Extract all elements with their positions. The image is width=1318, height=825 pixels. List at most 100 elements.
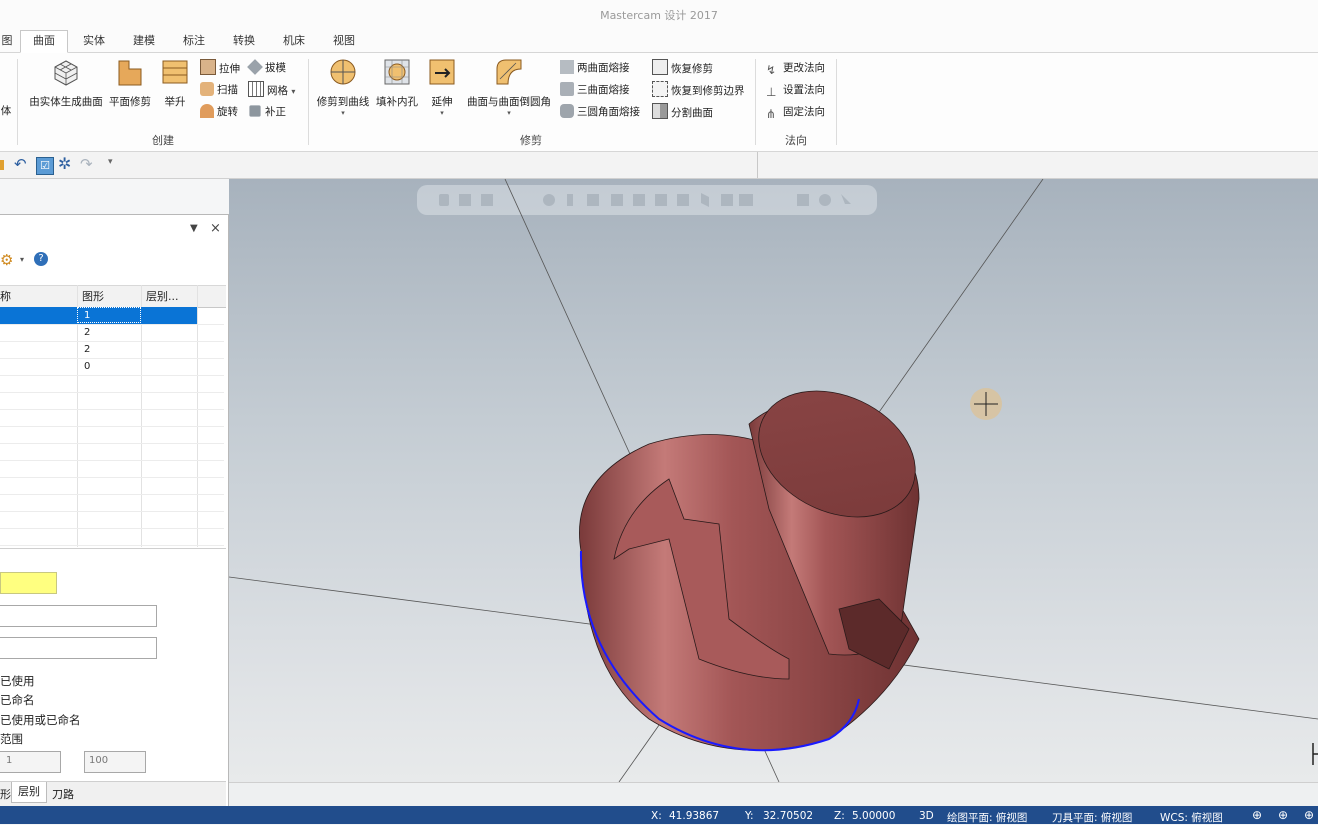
x-label: X: bbox=[651, 810, 662, 822]
level-name-field[interactable] bbox=[0, 637, 157, 659]
table-row[interactable]: 2 bbox=[0, 324, 224, 342]
wcs[interactable]: WCS: 俯视图 bbox=[1160, 810, 1223, 825]
col-count[interactable]: 图形 bbox=[82, 288, 104, 305]
z-coordinate[interactable]: 5.00000 bbox=[852, 810, 895, 822]
gear-icon[interactable]: ⚙ bbox=[0, 251, 13, 269]
globe-alt-icon[interactable]: ⊕ bbox=[1278, 808, 1288, 822]
window-title: Mastercam 设计 2017 bbox=[600, 9, 718, 22]
table-row[interactable] bbox=[0, 494, 224, 512]
table-row[interactable]: 2 bbox=[0, 341, 224, 359]
untrim-to-boundary-button[interactable]: 恢复到修剪边界 bbox=[652, 81, 745, 99]
fillet-to-surfaces-button[interactable]: 曲面与曲面倒圆角 ▾ bbox=[464, 57, 554, 117]
draft-button[interactable]: 拔模 bbox=[247, 59, 286, 77]
flat-trim-icon bbox=[118, 60, 142, 86]
fill-holes-button[interactable]: 填补内孔 bbox=[374, 57, 420, 109]
three-surface-blend-button[interactable]: 三曲面熔接 bbox=[560, 81, 630, 99]
table-row[interactable] bbox=[0, 511, 224, 529]
level-number-field[interactable] bbox=[0, 605, 157, 627]
table-row[interactable] bbox=[0, 375, 224, 393]
tab-solids[interactable]: 实体 bbox=[72, 31, 116, 51]
option-used[interactable]: 已使用 bbox=[0, 673, 35, 689]
net-button[interactable]: 网格 ▾ bbox=[248, 81, 295, 99]
tab-solids-manager[interactable]: 形 bbox=[0, 786, 11, 802]
tool-plane[interactable]: 刀具平面: 俯视图 bbox=[1052, 810, 1132, 825]
net-icon bbox=[248, 81, 264, 97]
revolve-button[interactable]: 旋转 bbox=[200, 103, 238, 121]
x-coordinate: 41.93867 bbox=[669, 810, 720, 822]
table-row[interactable] bbox=[0, 426, 224, 444]
two-surface-blend-button[interactable]: 两曲面熔接 bbox=[560, 59, 630, 77]
trim-to-curves-button[interactable]: 修剪到曲线 ▾ bbox=[314, 57, 372, 117]
col-level-set[interactable]: 层别... bbox=[146, 288, 179, 305]
option-range[interactable]: 范围 bbox=[0, 731, 23, 747]
partial-button[interactable]: 体 bbox=[0, 103, 14, 118]
flat-boundary-button[interactable]: 平面修剪 bbox=[106, 57, 154, 109]
help-icon[interactable]: ? bbox=[34, 252, 48, 266]
trim-dropdown-icon[interactable]: ▾ bbox=[314, 109, 372, 117]
tab-levels[interactable]: 层别 bbox=[11, 782, 47, 803]
table-row[interactable] bbox=[0, 528, 224, 546]
view-mode[interactable]: 3D bbox=[919, 810, 934, 822]
tab-toolpaths[interactable]: 刀路 bbox=[52, 786, 74, 802]
partial-button-label: 体 bbox=[0, 105, 12, 117]
customize-dropdown-icon[interactable]: ▾ bbox=[108, 157, 113, 167]
offset-button[interactable]: 补正 bbox=[248, 103, 286, 121]
col-name[interactable]: 称 bbox=[0, 288, 11, 305]
settings-icon[interactable]: ✲ bbox=[58, 154, 71, 173]
globe-icon[interactable]: ⊕ bbox=[1252, 808, 1262, 822]
sweep-button[interactable]: 扫描 bbox=[200, 81, 238, 99]
loft-button[interactable]: 举升 bbox=[158, 57, 192, 109]
extrude-icon bbox=[200, 59, 216, 75]
save-icon[interactable] bbox=[0, 160, 4, 170]
table-row[interactable] bbox=[0, 477, 224, 495]
option-used-or-named[interactable]: 已使用或已命名 bbox=[0, 712, 81, 728]
range-to-field[interactable]: 100 bbox=[84, 751, 146, 773]
undo-icon[interactable]: ↶ bbox=[14, 155, 27, 173]
tab-drafting[interactable]: 标注 bbox=[172, 31, 216, 51]
tab-view[interactable]: 视图 bbox=[322, 31, 366, 51]
fillet-dropdown-icon[interactable]: ▾ bbox=[464, 109, 554, 117]
extrude-button[interactable]: 拉伸 bbox=[200, 59, 240, 77]
sweep-icon bbox=[200, 82, 214, 96]
redo-icon[interactable]: ↷ bbox=[80, 155, 93, 173]
table-row[interactable] bbox=[0, 443, 224, 461]
extend-dropdown-icon[interactable]: ▾ bbox=[424, 109, 460, 117]
tab-machine[interactable]: 机床 bbox=[272, 31, 316, 51]
net-label: 网格 bbox=[267, 85, 288, 97]
construction-plane[interactable]: 绘图平面: 俯视图 bbox=[947, 810, 1027, 825]
table-row[interactable] bbox=[0, 409, 224, 427]
range-from-field[interactable]: 1 bbox=[0, 751, 61, 773]
table-row[interactable] bbox=[0, 460, 224, 478]
y-label: Y: bbox=[745, 810, 754, 822]
sweep-label: 扫描 bbox=[217, 84, 238, 96]
trim-to-curve-icon bbox=[330, 59, 356, 85]
option-named[interactable]: 已命名 bbox=[0, 692, 35, 708]
surface-from-solid-button[interactable]: 由实体生成曲面 bbox=[26, 57, 106, 109]
table-row[interactable]: 1 bbox=[0, 307, 224, 325]
split-surface-button[interactable]: 分割曲面 bbox=[652, 103, 713, 121]
panel-menu-icon[interactable]: ▼ bbox=[190, 223, 198, 234]
ribbon-tabs: 图 曲面 实体 建模 标注 转换 机床 视图 bbox=[0, 28, 1318, 53]
three-fillet-blend-button[interactable]: 三圆角面熔接 bbox=[560, 103, 640, 121]
draft-icon bbox=[247, 59, 263, 75]
level-color-field[interactable] bbox=[0, 572, 57, 594]
table-row[interactable]: 0 bbox=[0, 358, 224, 376]
untrim-label: 恢复修剪 bbox=[671, 63, 713, 75]
untrim-button[interactable]: 恢复修剪 bbox=[652, 59, 713, 77]
close-icon[interactable]: × bbox=[210, 221, 221, 236]
tab-model-prep[interactable]: 建模 bbox=[122, 31, 166, 51]
globe-third-icon[interactable]: ⊕ bbox=[1304, 808, 1314, 822]
ribbon: 体 由实体生成曲面 平面修剪 举升 拉伸 扫描 旋转 拔模 网格 ▾ 补正 创建… bbox=[0, 53, 1318, 152]
analyze-icon[interactable]: ☑ bbox=[36, 157, 54, 175]
gear-dropdown-icon[interactable]: ▾ bbox=[20, 255, 24, 264]
set-normal-button[interactable]: ⊥ 设置法向 bbox=[766, 81, 825, 99]
tab-transform[interactable]: 转换 bbox=[222, 31, 266, 51]
tab-wireframe[interactable]: 图 bbox=[0, 31, 14, 51]
tab-surfaces[interactable]: 曲面 bbox=[20, 30, 68, 53]
graphics-viewport[interactable] bbox=[229, 179, 1318, 782]
extend-button[interactable]: 延伸 ▾ bbox=[424, 57, 460, 117]
table-row[interactable] bbox=[0, 392, 224, 410]
change-normal-button[interactable]: ↯ 更改法向 bbox=[766, 59, 825, 77]
net-dropdown-icon[interactable]: ▾ bbox=[291, 87, 295, 96]
fix-normal-button[interactable]: ⋔ 固定法向 bbox=[766, 103, 825, 121]
